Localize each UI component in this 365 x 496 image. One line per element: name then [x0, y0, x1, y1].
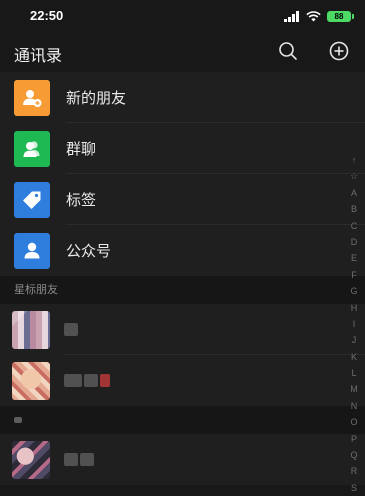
menu-item-label: 群聊 — [66, 140, 97, 158]
index-letter[interactable]: N — [351, 398, 358, 414]
index-letter[interactable]: J — [352, 332, 357, 348]
index-letter[interactable]: E — [351, 250, 357, 266]
signal-icon — [284, 10, 299, 22]
contact-name-redacted — [64, 373, 110, 387]
avatar — [12, 441, 50, 479]
status-time: 22:50 — [30, 8, 64, 23]
menu-item-tags[interactable]: 标签 — [0, 174, 365, 225]
index-letter[interactable]: L — [351, 365, 356, 381]
index-letter[interactable]: ↑ — [352, 152, 357, 168]
search-button[interactable] — [275, 38, 301, 64]
battery-level: 88 — [334, 11, 344, 21]
index-letter[interactable]: ☆ — [350, 168, 358, 184]
index-letter[interactable]: O — [350, 414, 357, 430]
section-title-redacted — [14, 417, 22, 423]
menu-item-label: 标签 — [66, 191, 97, 209]
avatar — [12, 362, 50, 400]
status-bar: 22:50 88 — [0, 0, 365, 32]
add-friend-icon — [14, 79, 50, 116]
menu-item-label: 公众号 — [66, 242, 112, 260]
tag-icon — [14, 181, 50, 218]
nav-bar: 通讯录 — [0, 32, 365, 72]
menu-item-official-accounts[interactable]: 公众号 — [0, 225, 365, 276]
search-icon — [279, 42, 297, 60]
contact-name-redacted — [64, 322, 78, 336]
index-letter[interactable]: A — [351, 185, 357, 201]
add-button[interactable] — [326, 38, 352, 64]
section-header-a — [0, 406, 365, 434]
index-letter[interactable]: F — [351, 267, 357, 283]
index-letter[interactable]: P — [351, 431, 357, 447]
index-letter[interactable]: Q — [350, 447, 357, 463]
contact-row[interactable] — [0, 304, 365, 355]
contact-row[interactable] — [0, 355, 365, 406]
index-letter[interactable]: H — [351, 300, 358, 316]
alphabet-index[interactable]: ↑ ☆ A B C D E F G H I J K L M N O P Q R … — [347, 152, 361, 496]
index-letter[interactable]: B — [351, 201, 357, 217]
index-letter[interactable]: D — [351, 234, 358, 250]
menu-item-label: 新的朋友 — [66, 89, 127, 107]
menu-item-group-chats[interactable]: 群聊 — [0, 123, 365, 174]
plus-circle-icon — [329, 41, 349, 61]
index-letter[interactable]: R — [351, 463, 358, 479]
system-icons: 88 — [284, 9, 354, 23]
index-letter[interactable]: M — [350, 381, 358, 397]
group-chat-icon — [14, 130, 50, 167]
page-title: 通讯录 — [14, 46, 63, 65]
function-menu: 新的朋友 群聊 标签 公众号 — [0, 72, 365, 276]
contact-row[interactable] — [0, 434, 365, 485]
section-header-starred: 星标朋友 — [0, 276, 365, 304]
battery-icon: 88 — [327, 10, 354, 22]
avatar — [12, 311, 50, 349]
index-letter[interactable]: C — [351, 218, 358, 234]
index-letter[interactable]: I — [353, 316, 356, 332]
official-account-icon — [14, 232, 50, 269]
contact-name-redacted — [64, 452, 94, 466]
index-letter[interactable]: G — [350, 283, 357, 299]
index-letter[interactable]: K — [351, 349, 357, 365]
menu-item-new-friends[interactable]: 新的朋友 — [0, 72, 365, 123]
wifi-icon — [306, 10, 321, 21]
